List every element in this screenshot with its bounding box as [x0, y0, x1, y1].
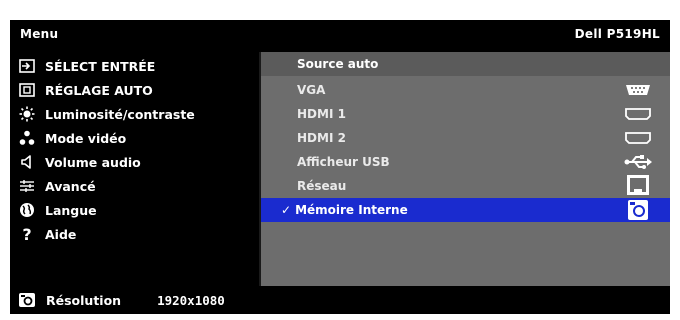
option-hdmi-2[interactable]: HDMI 2: [261, 126, 670, 150]
hdmi-port-icon: [624, 106, 652, 122]
menu-item-video-mode[interactable]: Mode vidéo: [10, 126, 259, 150]
option-vga[interactable]: VGA: [261, 78, 670, 102]
menu-item-label: Aide: [45, 226, 77, 242]
menu-item-label: Avancé: [45, 178, 96, 194]
model-name: Dell P519HL: [574, 27, 660, 41]
option-internal-memory[interactable]: ✓ Mémoire Interne: [261, 198, 670, 222]
auto-adjust-icon: [19, 82, 35, 98]
help-icon: ?: [19, 226, 35, 242]
menu-item-advanced[interactable]: Avancé: [10, 174, 259, 198]
menu-header: Menu Dell P519HL: [10, 20, 670, 52]
menu-item-brightness-contrast[interactable]: Luminosité/contraste: [10, 102, 259, 126]
internal-memory-icon: [624, 199, 652, 221]
input-options-panel: Source auto VGA HDMI 1 HDMI 2 Afficheur …: [261, 52, 670, 286]
option-label: Réseau: [297, 179, 347, 193]
menu-item-audio-volume[interactable]: Volume audio: [10, 150, 259, 174]
usb-icon: [624, 154, 652, 170]
network-icon: [624, 174, 652, 196]
resolution-value: 1920x1080: [157, 292, 225, 308]
menu-item-language[interactable]: Langue: [10, 198, 259, 222]
vga-port-icon: [624, 82, 652, 98]
status-bar: Résolution 1920x1080: [10, 286, 670, 314]
advanced-settings-icon: [19, 178, 35, 194]
checkmark-icon: ✓: [281, 203, 292, 217]
menu-item-select-input[interactable]: SÉLECT ENTRÉE: [10, 54, 259, 78]
menu-item-label: Luminosité/contraste: [45, 106, 195, 122]
input-icon: [19, 58, 35, 74]
resolution-label: Résolution: [46, 292, 122, 308]
hdmi-port-icon: [624, 130, 652, 146]
option-hdmi-1[interactable]: HDMI 1: [261, 102, 670, 126]
menu-item-label: Volume audio: [45, 154, 141, 170]
menu-item-label: SÉLECT ENTRÉE: [45, 58, 156, 74]
main-menu: SÉLECT ENTRÉE RÉGLAGE AUTO Luminosité/co…: [10, 52, 259, 286]
video-mode-icon: [19, 130, 35, 146]
svg-text:?: ?: [22, 226, 31, 242]
menu-item-label: Langue: [45, 202, 97, 218]
menu-item-help[interactable]: ? Aide: [10, 222, 259, 246]
menu-title: Menu: [20, 27, 59, 41]
brightness-icon: [19, 106, 35, 122]
option-label: Afficheur USB: [297, 155, 390, 169]
option-label: HDMI 1: [297, 107, 346, 121]
option-label: HDMI 2: [297, 131, 346, 145]
option-label: Source auto: [297, 57, 379, 71]
osd-menu: Menu Dell P519HL SÉLECT ENTRÉE RÉGLAGE A…: [10, 20, 670, 314]
option-label: VGA: [297, 83, 326, 97]
speaker-icon: [19, 154, 35, 170]
option-label: Mémoire Interne: [295, 203, 408, 217]
internal-memory-icon: [18, 292, 36, 308]
option-network[interactable]: Réseau: [261, 174, 670, 198]
menu-item-auto-adjust[interactable]: RÉGLAGE AUTO: [10, 78, 259, 102]
menu-item-label: Mode vidéo: [45, 130, 127, 146]
menu-item-label: RÉGLAGE AUTO: [45, 82, 153, 98]
option-auto-source[interactable]: Source auto: [261, 52, 670, 76]
globe-icon: [19, 202, 35, 218]
option-usb-display[interactable]: Afficheur USB: [261, 150, 670, 174]
